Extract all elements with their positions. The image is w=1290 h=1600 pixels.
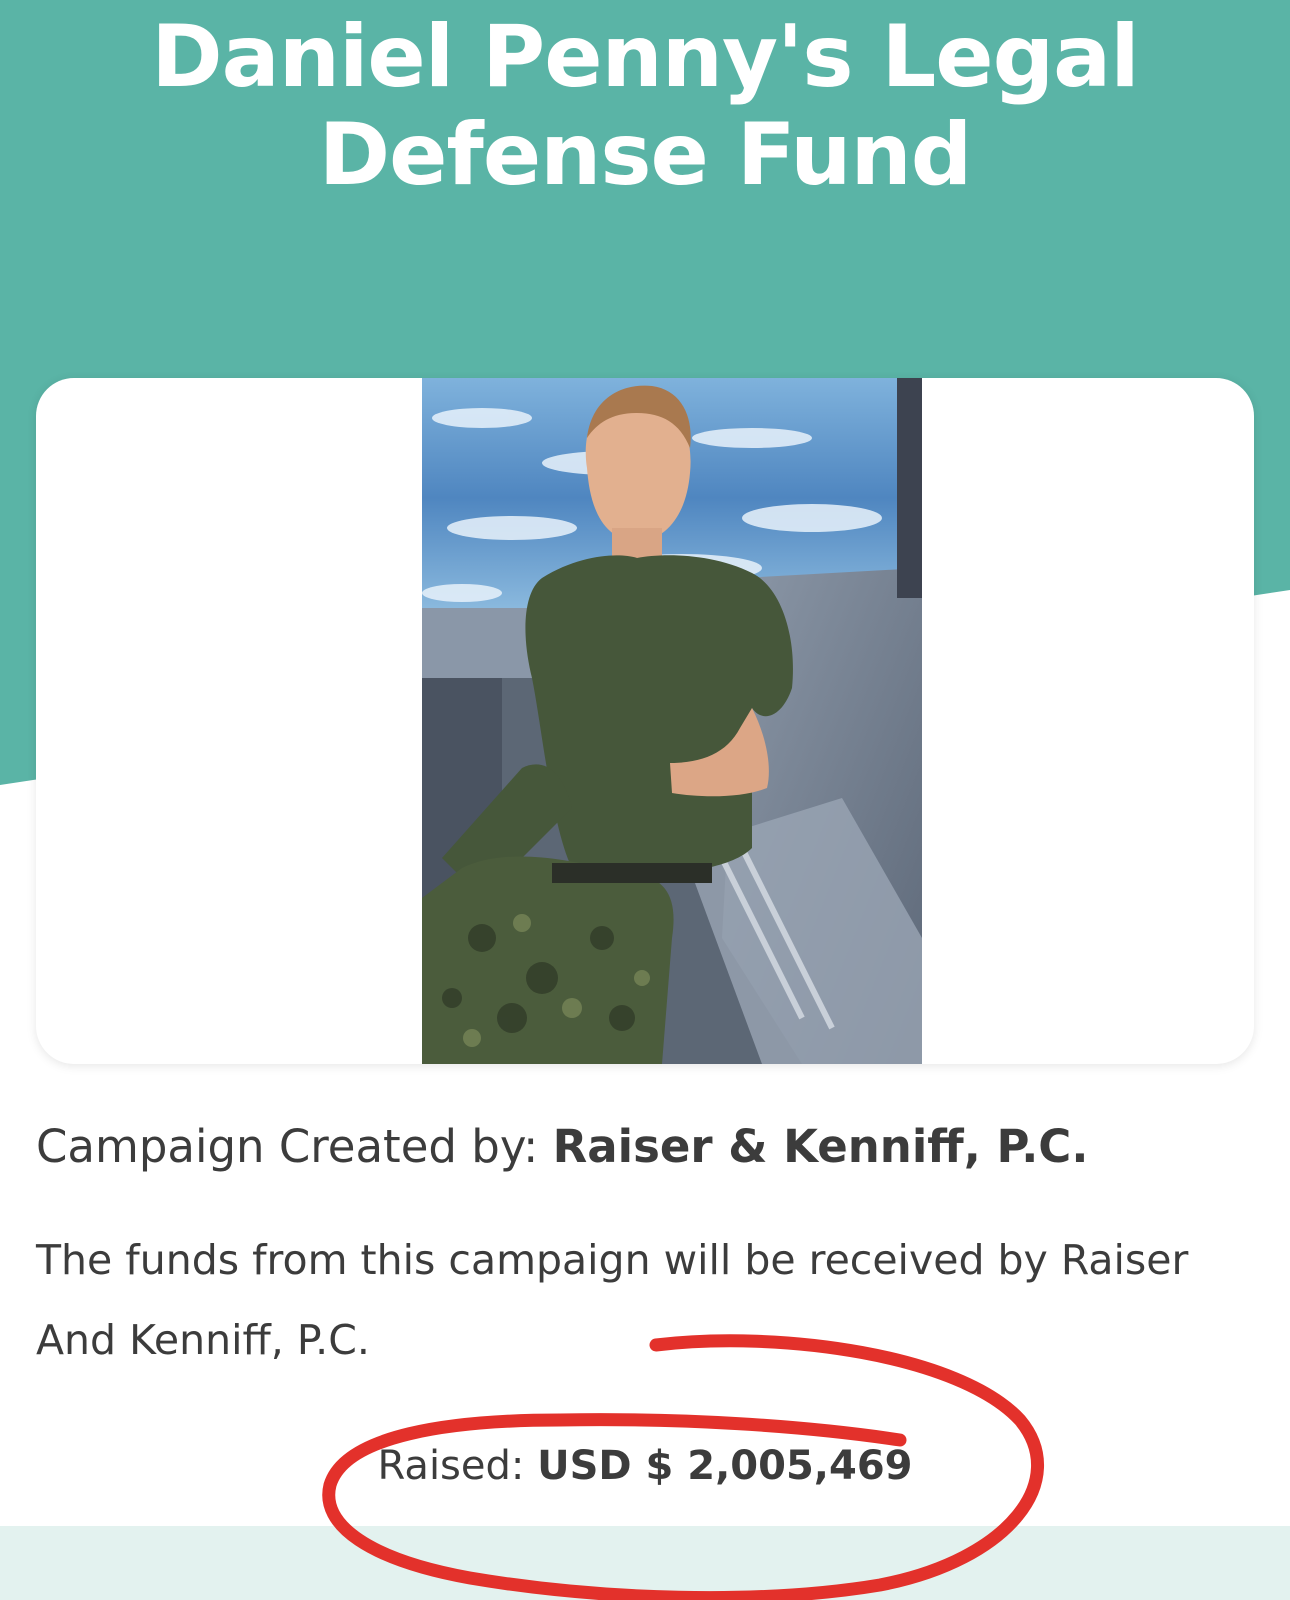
page-title-line-1: Daniel Penny's Legal — [151, 7, 1139, 107]
page-title-line-2: Defense Fund — [318, 105, 973, 205]
amount-raised: Raised: USD $ 2,005,469 — [0, 1440, 1290, 1492]
raised-label: Raised: — [377, 1443, 525, 1489]
footer-band — [0, 1526, 1290, 1600]
raised-amount: USD $ 2,005,469 — [537, 1443, 913, 1489]
campaign-image-card[interactable] — [36, 378, 1254, 1064]
created-by-label: Campaign Created by: — [36, 1120, 539, 1173]
campaign-photo[interactable] — [422, 378, 922, 1064]
campaign-creator: Campaign Created by: Raiser & Kenniff, P… — [36, 1118, 1256, 1176]
page-title: Daniel Penny's Legal Defense Fund — [0, 8, 1290, 204]
campaign-page: Daniel Penny's Legal Defense Fund Campai… — [0, 0, 1290, 1600]
funds-recipient-note: The funds from this campaign will be rec… — [36, 1236, 1189, 1364]
created-by-name[interactable]: Raiser & Kenniff, P.C. — [553, 1120, 1089, 1173]
